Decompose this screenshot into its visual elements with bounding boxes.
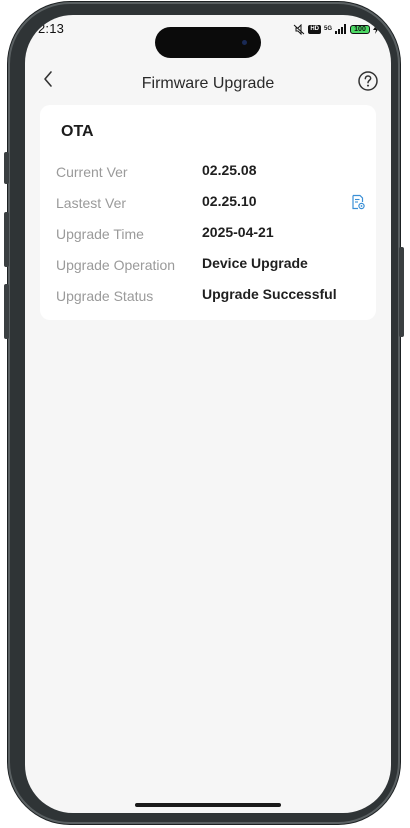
page-title: Firmware Upgrade xyxy=(141,75,275,92)
current-version-value: 02.25.08 xyxy=(202,162,257,178)
side-button-volume-down xyxy=(4,284,9,339)
info-row-latest-version: Lastest Ver 02.25.10 xyxy=(56,191,366,213)
battery-level: 100 xyxy=(354,25,366,33)
ota-card-title: OTA xyxy=(61,123,94,140)
battery-icon: 100 xyxy=(350,24,370,34)
info-row-upgrade-status: Upgrade Status Upgrade Successful xyxy=(56,284,366,306)
ota-card: OTA Current Ver 02.25.08 Lastest Ver 02.… xyxy=(40,105,376,320)
upgrade-status-label: Upgrade Status xyxy=(56,288,154,304)
current-version-label: Current Ver xyxy=(56,164,128,180)
upgrade-operation-label: Upgrade Operation xyxy=(56,257,176,273)
upgrade-operation-value: Device Upgrade xyxy=(202,255,308,271)
side-button-action xyxy=(4,152,9,184)
camera-dot xyxy=(242,40,247,45)
dynamic-island xyxy=(155,27,261,58)
home-indicator[interactable] xyxy=(135,803,281,807)
hd-badge: HD xyxy=(308,24,321,34)
info-row-upgrade-operation: Upgrade Operation Device Upgrade xyxy=(56,253,366,275)
upgrade-time-label: Upgrade Time xyxy=(56,226,144,242)
latest-version-label: Lastest Ver xyxy=(56,195,127,211)
side-button-volume-up xyxy=(4,212,9,267)
release-notes-icon[interactable] xyxy=(350,194,366,210)
side-button-power xyxy=(399,247,404,337)
info-row-upgrade-time: Upgrade Time 2025-04-21 xyxy=(56,222,366,244)
latest-version-value: 02.25.10 xyxy=(202,193,257,209)
status-bar: 2:13 HD 5G 100 xyxy=(25,15,391,58)
signal-icon xyxy=(335,24,346,34)
status-icons: HD 5G 100 xyxy=(293,22,379,36)
upgrade-time-value: 2025-04-21 xyxy=(202,224,274,240)
help-icon[interactable] xyxy=(357,70,379,92)
nav-header: Firmware Upgrade xyxy=(25,57,391,101)
status-time: 2:13 xyxy=(38,21,65,36)
app-screen: 2:13 HD 5G 100 Firmware Upgrade OTA Curr… xyxy=(25,15,391,813)
upgrade-status-value: Upgrade Successful xyxy=(202,286,337,302)
mute-icon xyxy=(293,23,305,35)
info-row-current-version: Current Ver 02.25.08 xyxy=(56,160,366,182)
charging-icon xyxy=(373,24,379,34)
network-type-label: 5G xyxy=(323,26,332,32)
